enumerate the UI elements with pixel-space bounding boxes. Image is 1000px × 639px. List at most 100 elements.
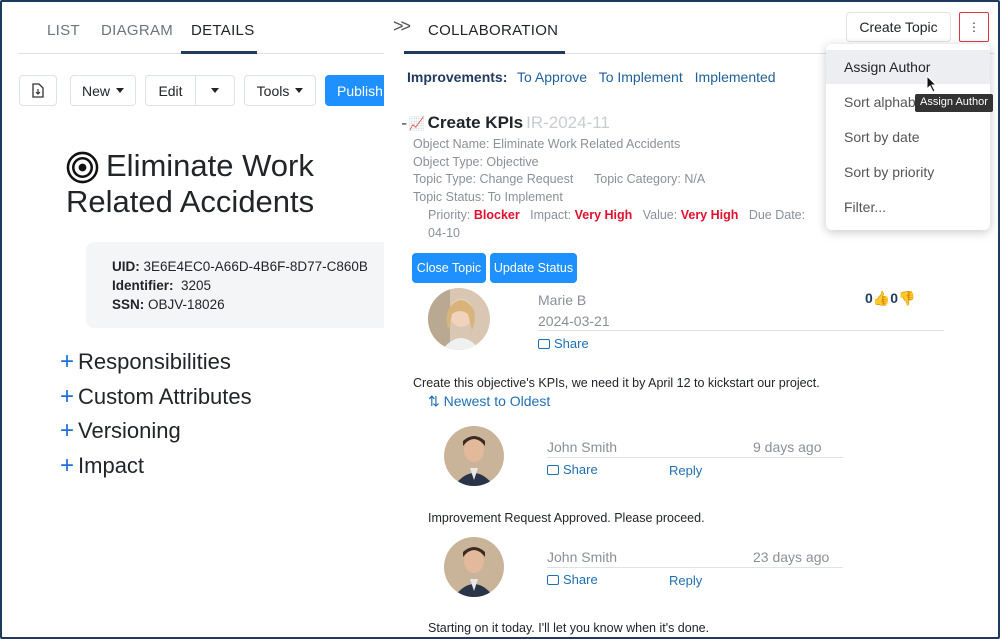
ssn-row: SSN: OBJV-18026: [112, 297, 225, 312]
ssn-value: OBJV-18026: [148, 297, 225, 312]
share-icon: [538, 339, 550, 349]
thumbs-down-icon[interactable]: 👎: [898, 290, 915, 306]
post-text: Create this objective's KPIs, we need it…: [413, 376, 820, 390]
sort-order-toggle[interactable]: ⇅ Newest to Oldest: [428, 393, 550, 410]
reply-author: John Smith: [547, 549, 618, 565]
share-link[interactable]: Share: [547, 462, 598, 477]
new-button-label: New: [81, 82, 110, 99]
topic-category: Topic Category: N/A: [594, 172, 706, 186]
tab-diagram[interactable]: DIAGRAM: [101, 22, 173, 39]
section-label: Versioning: [78, 418, 181, 443]
value-value: Very High: [680, 208, 739, 222]
details-panel: LIST DIAGRAM DETAILS New Edit Tools Publ…: [2, 2, 384, 637]
share-label: Share: [554, 336, 589, 351]
improvements-filter-bar: Improvements: To Approve To Implement Im…: [407, 69, 784, 85]
new-button[interactable]: New: [70, 75, 136, 106]
plus-icon: +: [60, 417, 75, 444]
reply-time: 9 days ago: [753, 439, 822, 455]
collapse-icon[interactable]: –: [402, 113, 406, 132]
section-label: Responsibilities: [78, 349, 231, 374]
trend-icon: 📈: [408, 116, 425, 131]
object-title-line1: Eliminate Work: [106, 148, 314, 183]
uid-row: UID: 3E6E4EC0-A66D-4B6F-8D77-C860B: [112, 259, 368, 274]
tab-details[interactable]: DETAILS: [191, 22, 255, 39]
export-button[interactable]: [19, 75, 57, 106]
active-tab-indicator: [181, 51, 257, 54]
share-label: Share: [563, 572, 598, 587]
downvote-count: 0: [890, 290, 899, 306]
caret-down-icon: [295, 88, 304, 93]
value-label: Value:: [642, 208, 678, 222]
filter-to-approve[interactable]: To Approve: [517, 69, 587, 85]
section-custom-attributes[interactable]: + Custom Attributes: [60, 383, 252, 411]
section-responsibilities[interactable]: + Responsibilities: [60, 348, 231, 376]
publish-button[interactable]: Publish: [325, 75, 384, 106]
improvements-label: Improvements:: [407, 69, 508, 85]
edit-button[interactable]: Edit: [145, 75, 195, 106]
app-window: LIST DIAGRAM DETAILS New Edit Tools Publ…: [0, 0, 1000, 639]
edit-dropdown-toggle[interactable]: [195, 75, 235, 106]
filter-implemented[interactable]: Implemented: [695, 69, 776, 85]
topic-title: Create KPIs: [427, 113, 524, 132]
topic-object-type: Object Type: Objective: [413, 155, 539, 169]
reply-time: 23 days ago: [753, 549, 830, 565]
sort-arrows-icon: ⇅: [428, 393, 444, 409]
topic-object-name: Object Name: Eliminate Work Related Acci…: [413, 137, 681, 151]
reply-text: Starting on it today. I'll let you know …: [428, 621, 710, 635]
menu-item-assign-author[interactable]: Assign Author: [826, 50, 990, 84]
update-status-button[interactable]: Update Status: [490, 253, 577, 283]
share-link[interactable]: Share: [547, 572, 598, 587]
share-icon: [547, 465, 559, 475]
topic-type: Topic Type: Change Request: [413, 172, 574, 186]
post-divider: [538, 330, 944, 331]
identifier-label: Identifier:: [112, 278, 174, 293]
due-date-value: 04-10: [428, 226, 460, 240]
ssn-label: SSN:: [112, 297, 145, 312]
user-avatar-icon: [444, 537, 504, 597]
avatar: [444, 537, 504, 597]
filter-to-implement[interactable]: To Implement: [599, 69, 683, 85]
tools-button[interactable]: Tools: [244, 75, 316, 106]
share-link[interactable]: Share: [538, 336, 589, 351]
topic-priorities: Priority: Blocker Impact: Very High Valu…: [428, 208, 805, 222]
share-icon: [547, 575, 559, 585]
reply-author: John Smith: [547, 439, 618, 455]
reply-link[interactable]: Reply: [669, 463, 702, 478]
user-avatar-icon: [444, 426, 504, 486]
create-topic-button[interactable]: Create Topic: [846, 12, 951, 42]
close-topic-button[interactable]: Close Topic: [412, 253, 486, 283]
plus-icon: +: [60, 348, 75, 375]
active-tab-indicator: [404, 51, 565, 54]
uid-value: 3E6E4EC0-A66D-4B6F-8D77-C860B: [143, 259, 368, 274]
view-tabs: LIST DIAGRAM DETAILS: [18, 2, 384, 54]
more-options-icon[interactable]: ⋮: [959, 12, 989, 42]
topic-heading: –📈Create KPIsIR-2024-11: [402, 113, 610, 133]
tab-list[interactable]: LIST: [47, 22, 80, 39]
reply-divider: [547, 567, 843, 568]
reply-link[interactable]: Reply: [669, 573, 702, 588]
menu-item-filter[interactable]: Filter...: [826, 190, 990, 224]
impact-value: Very High: [574, 208, 633, 222]
options-menu: Assign Author Sort alphab Sort by date S…: [826, 44, 990, 230]
menu-item-sort-by-date[interactable]: Sort by date: [826, 120, 990, 154]
caret-down-icon: [116, 88, 124, 93]
section-versioning[interactable]: + Versioning: [60, 417, 181, 445]
share-label: Share: [563, 462, 598, 477]
mouse-pointer-icon: [926, 75, 938, 93]
plus-icon: +: [60, 383, 75, 410]
thumbs-up-icon[interactable]: 👍: [873, 290, 890, 306]
plus-icon: +: [60, 452, 75, 479]
tab-collaboration[interactable]: COLLABORATION: [428, 22, 558, 39]
user-avatar-icon: [428, 288, 490, 350]
tooltip: Assign Author: [915, 94, 993, 112]
priority-value: Blocker: [473, 208, 520, 222]
menu-item-sort-by-priority[interactable]: Sort by priority: [826, 155, 990, 189]
file-download-icon: [32, 83, 44, 98]
identifier-row: Identifier: 3205: [112, 278, 211, 293]
post-author: Marie B: [538, 292, 587, 308]
reply-divider: [547, 457, 843, 458]
object-title-line2: Related Accidents: [66, 184, 315, 219]
section-impact[interactable]: + Impact: [60, 452, 144, 480]
avatar: [444, 426, 504, 486]
target-icon: [66, 151, 99, 184]
